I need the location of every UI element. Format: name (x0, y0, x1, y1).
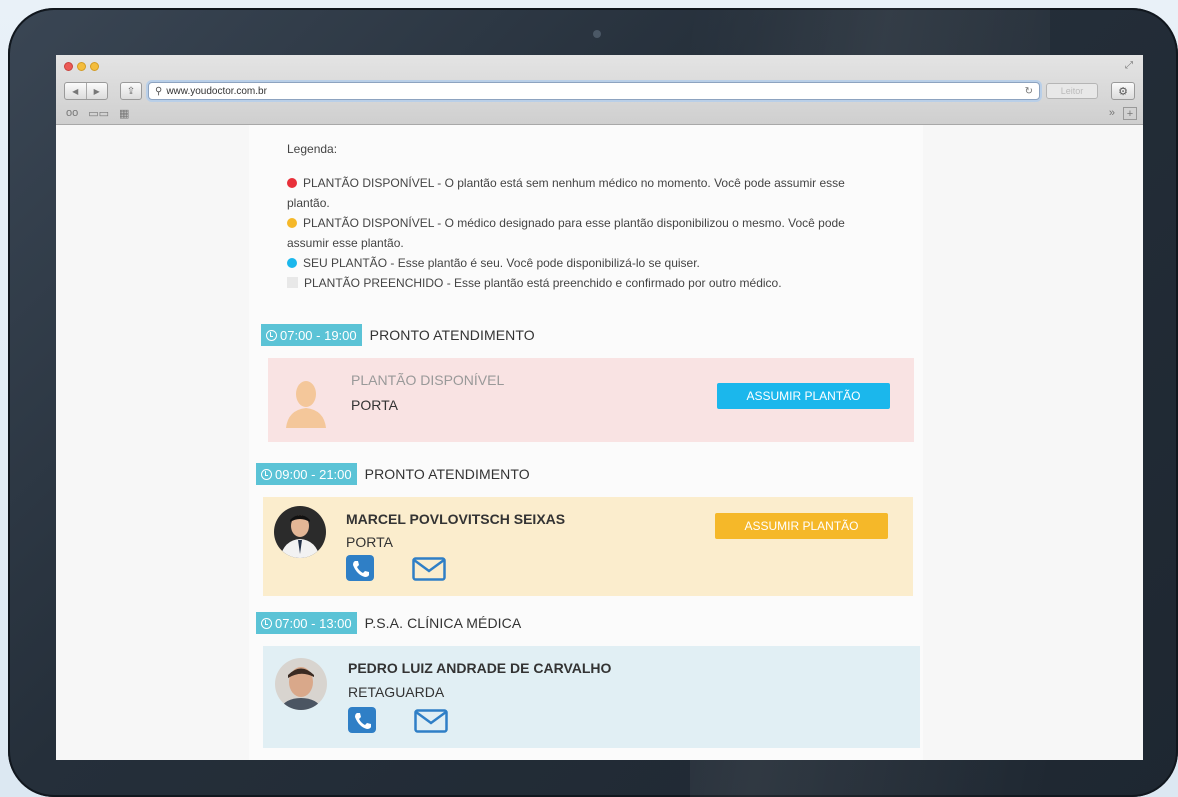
shift-header: 07:00 - 19:00 PRONTO ATENDIMENTO (261, 324, 535, 346)
new-tab-button[interactable]: + (1123, 107, 1137, 120)
legend-text: PLANTÃO DISPONÍVEL - O plantão está sem … (287, 176, 845, 210)
legend-text: PLANTÃO PREENCHIDO - Esse plantão está p… (304, 276, 782, 290)
shift-role: RETAGUARDA (348, 684, 445, 700)
close-window-button[interactable] (64, 62, 73, 71)
shift-card-available: PLANTÃO DISPONÍVEL PORTA ASSUMIR PLANTÃO (268, 358, 914, 442)
more-bookmarks-icon[interactable]: » (1109, 107, 1115, 120)
reading-list-icon[interactable]: oo (66, 107, 78, 120)
legend-title: Legenda: (287, 142, 338, 156)
clock-icon (261, 468, 272, 480)
red-status-dot-icon (287, 178, 297, 188)
envelope-icon[interactable] (412, 557, 446, 586)
address-bar[interactable]: ⚲ www.youdoctor.com.br ↻ (148, 82, 1040, 100)
clock-icon (261, 617, 272, 629)
minimize-window-button[interactable] (77, 62, 86, 71)
placeholder-avatar (280, 372, 332, 428)
doctor-name: MARCEL POVLOVITSCH SEIXAS (346, 511, 566, 527)
shift-role: PORTA (351, 397, 398, 413)
legend-item-filled: PLANTÃO PREENCHIDO - Esse plantão está p… (287, 273, 887, 293)
shift-header: 09:00 - 21:00 PRONTO ATENDIMENTO (256, 463, 530, 485)
envelope-icon[interactable] (414, 709, 448, 738)
assume-shift-button[interactable]: ASSUMIR PLANTÃO (717, 383, 890, 409)
browser-toolbar: ⤢ ◀ ▶ ⇪ ⚲ www.youdoctor.com.br ↻ Leitor … (56, 55, 1143, 125)
forward-button[interactable]: ▶ (87, 83, 108, 99)
shift-role: PORTA (346, 534, 393, 550)
doctor-name: PEDRO LUIZ ANDRADE DE CARVALHO (348, 660, 612, 676)
shift-department: PRONTO ATENDIMENTO (364, 466, 530, 482)
camera-icon (593, 30, 601, 38)
legend: Legenda: PLANTÃO DISPONÍVEL - O plantão … (287, 139, 887, 293)
shift-card-released: MARCEL POVLOVITSCH SEIXAS PORTA ASSUMIR … (263, 497, 913, 596)
nav-buttons: ◀ ▶ (64, 82, 108, 100)
yellow-status-dot-icon (287, 218, 297, 228)
page-content: Legenda: PLANTÃO DISPONÍVEL - O plantão … (249, 125, 923, 760)
shift-status-label: PLANTÃO DISPONÍVEL (351, 372, 505, 388)
fullscreen-icon[interactable]: ⤢ (1125, 60, 1133, 71)
gear-icon[interactable]: ⚙ (1111, 82, 1135, 100)
blue-status-dot-icon (287, 258, 297, 268)
shift-card-yours: PEDRO LUIZ ANDRADE DE CARVALHO RETAGUARD… (263, 646, 920, 748)
bookmarks-right: » + (1109, 107, 1137, 120)
share-button[interactable]: ⇪ (120, 82, 142, 100)
doctor-avatar (274, 506, 326, 558)
reader-button[interactable]: Leitor (1046, 83, 1098, 99)
url-text: www.youdoctor.com.br (166, 85, 267, 97)
browser-window: ⤢ ◀ ▶ ⇪ ⚲ www.youdoctor.com.br ↻ Leitor … (56, 55, 1143, 760)
shift-time: 09:00 - 21:00 (275, 466, 352, 482)
shift-header: 07:00 - 13:00 P.S.A. CLÍNICA MÉDICA (256, 612, 521, 634)
legend-item-yours: SEU PLANTÃO - Esse plantão é seu. Você p… (287, 253, 887, 273)
shift-time: 07:00 - 19:00 (280, 327, 357, 343)
assume-shift-button[interactable]: ASSUMIR PLANTÃO (715, 513, 888, 539)
shift-department: PRONTO ATENDIMENTO (369, 327, 535, 343)
zoom-window-button[interactable] (90, 62, 99, 71)
window-controls (64, 62, 99, 71)
clock-icon (266, 329, 277, 341)
time-badge: 07:00 - 19:00 (261, 324, 362, 346)
legend-text: PLANTÃO DISPONÍVEL - O médico designado … (287, 216, 845, 250)
doctor-avatar (275, 658, 327, 710)
time-badge: 07:00 - 13:00 (256, 612, 357, 634)
time-badge: 09:00 - 21:00 (256, 463, 357, 485)
page-viewport: Legenda: PLANTÃO DISPONÍVEL - O plantão … (56, 125, 1143, 760)
bookmarks-book-icon[interactable]: ▭▭ (88, 107, 109, 120)
shift-time: 07:00 - 13:00 (275, 615, 352, 631)
shift-department: P.S.A. CLÍNICA MÉDICA (364, 615, 522, 631)
legend-item-available-empty: PLANTÃO DISPONÍVEL - O plantão está sem … (287, 173, 887, 213)
phone-icon[interactable] (348, 707, 376, 738)
legend-text: SEU PLANTÃO - Esse plantão é seu. Você p… (303, 256, 700, 270)
reload-icon[interactable]: ↻ (1025, 86, 1033, 97)
phone-icon[interactable] (346, 555, 374, 586)
top-sites-grid-icon[interactable]: ▦ (119, 107, 129, 120)
bookmarks-bar: oo ▭▭ ▦ (66, 107, 129, 120)
back-button[interactable]: ◀ (65, 83, 87, 99)
search-icon: ⚲ (155, 85, 163, 97)
legend-item-available-released: PLANTÃO DISPONÍVEL - O médico designado … (287, 213, 887, 253)
gray-status-square-icon (287, 277, 298, 288)
